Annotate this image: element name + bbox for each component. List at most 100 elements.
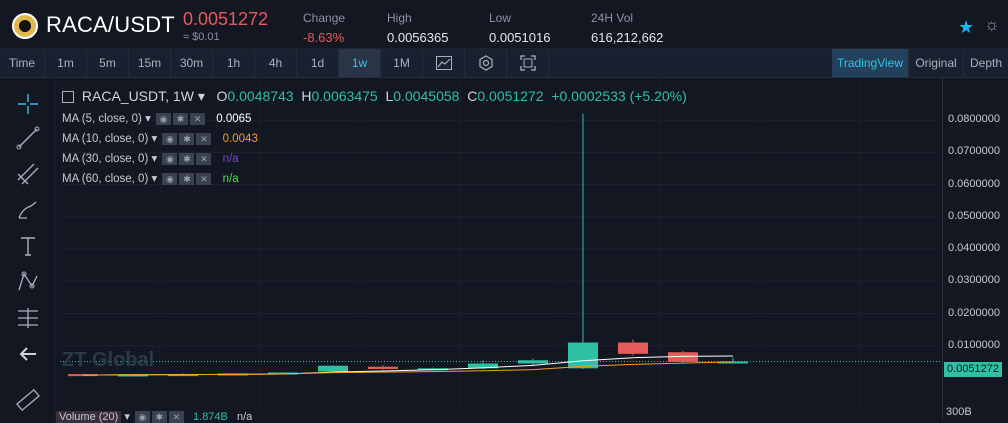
current-price-tag: 0.0051272 <box>944 362 1002 377</box>
ohlc-legend: RACA_USDT, 1W ▾ O0.0048743 H0.0063475 L0… <box>62 88 687 105</box>
interval-5m[interactable]: 5m <box>87 49 129 77</box>
low-label: Low <box>489 11 512 25</box>
high-value-legend: 0.0063475 <box>311 88 378 104</box>
trend-line-icon[interactable] <box>14 124 42 152</box>
fib-levels-icon[interactable] <box>14 304 42 332</box>
interval-toolbar: Time 1m 5m 15m 30m 1h 4h 1d 1w 1M Tradin… <box>0 49 1008 78</box>
close-icon[interactable]: ✕ <box>196 132 212 145</box>
vol-label: 24H Vol <box>591 11 634 25</box>
volume-axis-label: 300B <box>946 406 972 418</box>
ma-row-10: MA (10, close, 0) ▾ ◉ ✱ ✕ 0.0043 <box>62 132 258 145</box>
low-stat: Low 0.0051016 <box>489 11 550 45</box>
eye-icon[interactable]: ◉ <box>162 152 178 165</box>
candle-body[interactable] <box>318 365 348 372</box>
fullscreen-icon <box>519 55 536 71</box>
interval-1d[interactable]: 1d <box>297 49 339 77</box>
ma-label[interactable]: MA (10, close, 0) <box>62 133 148 145</box>
view-tradingview[interactable]: TradingView <box>832 49 909 77</box>
price-axis-divider <box>942 78 943 421</box>
volume-extra: n/a <box>236 411 253 423</box>
open-label: O <box>216 88 228 104</box>
vol-stat: 24H Vol 616,212,662 <box>591 11 663 45</box>
crosshair-icon[interactable] <box>14 90 42 118</box>
candle-body[interactable] <box>368 366 398 369</box>
raca-logo-icon <box>12 13 38 39</box>
ma-value: n/a <box>222 173 239 185</box>
interval-1w[interactable]: 1w <box>339 49 381 77</box>
high-stat: High 0.0056365 <box>387 11 448 45</box>
interval-1m[interactable]: 1m <box>45 49 87 77</box>
interval-4h[interactable]: 4h <box>255 49 297 77</box>
interval-1h[interactable]: 1h <box>213 49 255 77</box>
candle-body[interactable] <box>518 360 548 364</box>
ma-label[interactable]: MA (5, close, 0) <box>62 113 142 125</box>
view-original[interactable]: Original <box>909 49 964 77</box>
ma-value: 0.0065 <box>216 113 252 125</box>
price-usd: ≈ $0.01 <box>183 31 220 43</box>
low-value: 0.0051016 <box>489 30 551 45</box>
eye-icon[interactable]: ◉ <box>162 172 178 185</box>
settings-icon[interactable]: ✱ <box>179 132 195 145</box>
eye-icon[interactable]: ◉ <box>134 411 150 423</box>
close-icon[interactable]: ✕ <box>190 112 206 125</box>
text-icon[interactable] <box>14 232 42 260</box>
settings-icon[interactable]: ✱ <box>179 152 195 165</box>
ma-value: 0.0043 <box>222 133 258 145</box>
watermark-logo: ZT Global <box>62 349 155 371</box>
market-header: RACA/USDT 0.0051272 ≈ $0.01 Change -8.63… <box>0 0 1008 49</box>
candle-body[interactable] <box>618 342 648 354</box>
change-value: -8.63% <box>303 30 345 45</box>
volume-label[interactable]: Volume (20) <box>56 411 122 423</box>
hexagon-settings-icon <box>478 55 493 71</box>
ruler-icon[interactable] <box>14 386 42 414</box>
interval-time[interactable]: Time <box>0 49 45 77</box>
interval-30m[interactable]: 30m <box>171 49 213 77</box>
y-tick-label: 0.0100000 <box>948 338 1000 351</box>
legend-symbol[interactable]: RACA_USDT <box>82 88 165 104</box>
indicator-chart-button[interactable] <box>423 49 465 77</box>
ma-label[interactable]: MA (30, close, 0) <box>62 153 148 165</box>
ma-10-line <box>82 361 734 376</box>
open-value: 0.0048743 <box>227 88 294 104</box>
ma-row-5: MA (5, close, 0) ▾ ◉ ✱ ✕ 0.0065 <box>62 112 252 125</box>
y-tick-label: 0.0500000 <box>948 209 1000 222</box>
y-tick-label: 0.0300000 <box>948 274 1000 287</box>
chart-settings-button[interactable] <box>465 49 507 77</box>
ma-value: n/a <box>222 153 239 165</box>
settings-icon[interactable]: ✱ <box>179 172 195 185</box>
pitchfork-icon[interactable] <box>14 160 42 188</box>
change-stat: Change -8.63% <box>303 11 345 45</box>
pair-title[interactable]: RACA/USDT <box>46 12 175 38</box>
candle-body[interactable] <box>568 342 598 369</box>
close-value-legend: 0.0051272 <box>477 88 544 104</box>
interval-15m[interactable]: 15m <box>129 49 171 77</box>
legend-interval[interactable]: 1W <box>173 88 194 104</box>
change-legend: +0.0002533 (+5.20%) <box>551 88 687 104</box>
eye-icon[interactable]: ◉ <box>156 112 172 125</box>
back-arrow-icon[interactable] <box>14 340 42 368</box>
dropdown-caret-icon[interactable]: ▾ <box>198 88 205 104</box>
volume-legend: Volume (20) ▾ ◉ ✱ ✕ 1.874B n/a <box>56 410 252 423</box>
pattern-icon[interactable] <box>14 268 42 296</box>
ma-label[interactable]: MA (60, close, 0) <box>62 173 148 185</box>
favorite-star-icon[interactable]: ★ <box>958 17 974 38</box>
eye-icon[interactable]: ◉ <box>162 132 178 145</box>
close-label-legend: C <box>467 88 478 104</box>
close-icon[interactable]: ✕ <box>196 172 212 185</box>
change-label: Change <box>303 11 346 25</box>
low-value-legend: 0.0045058 <box>393 88 460 104</box>
legend-toggle-icon[interactable] <box>62 91 74 104</box>
settings-gear-icon[interactable]: ☼ <box>984 15 1000 35</box>
close-icon[interactable]: ✕ <box>196 152 212 165</box>
y-tick-label: 0.0800000 <box>948 113 1000 126</box>
interval-1M[interactable]: 1M <box>381 49 423 77</box>
settings-icon[interactable]: ✱ <box>151 411 167 423</box>
close-icon[interactable]: ✕ <box>168 411 184 423</box>
view-depth[interactable]: Depth <box>964 49 1008 77</box>
brush-icon[interactable] <box>14 196 42 224</box>
high-label: High <box>387 11 412 25</box>
y-tick-label: 0.0400000 <box>948 242 1000 255</box>
line-chart-icon <box>435 56 452 70</box>
settings-icon[interactable]: ✱ <box>173 112 189 125</box>
fullscreen-button[interactable] <box>507 49 549 77</box>
